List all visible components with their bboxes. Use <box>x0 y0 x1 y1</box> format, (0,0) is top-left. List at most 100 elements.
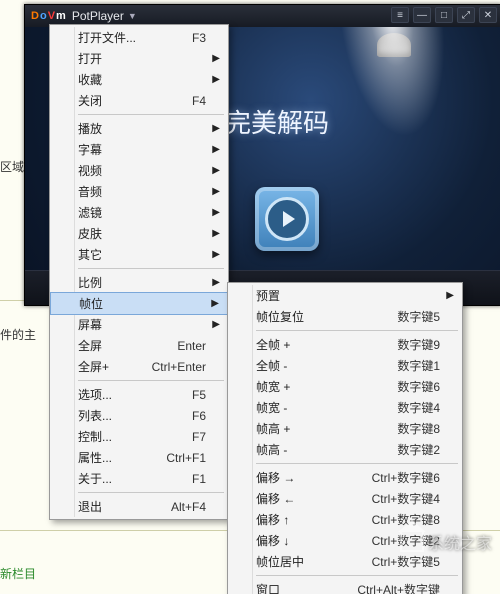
main-menu-item-label: 其它 <box>78 246 206 263</box>
main-menu-separator <box>78 268 224 269</box>
sub-menu-item[interactable]: 帧位复位数字键5 <box>228 306 462 327</box>
sub-menu-item-shortcut: 数字键6 <box>397 378 440 395</box>
submenu-arrow-icon: ▶ <box>212 277 220 288</box>
title-dropdown-icon[interactable]: ▼ <box>128 11 137 21</box>
sub-menu-item-label: 窗口 <box>256 581 357 594</box>
main-menu-item[interactable]: 视频 ▶ <box>50 160 228 181</box>
submenu-arrow-icon: ▶ <box>212 74 220 85</box>
submenu-arrow-icon: ▶ <box>212 144 220 155</box>
main-menu-item-shortcut: F7 <box>192 430 206 444</box>
main-menu-item[interactable]: 帧位▶ <box>50 292 228 315</box>
main-menu-item-label: 收藏 <box>78 71 206 88</box>
main-menu-item-label: 关于... <box>78 470 192 487</box>
main-menu-item-shortcut: Ctrl+F1 <box>166 451 206 465</box>
sub-menu-item-label: 全帧 - <box>256 357 397 374</box>
main-menu-item[interactable]: 打开文件...F3 <box>50 27 228 48</box>
sub-menu-item[interactable]: 帧位居中Ctrl+数字键5 <box>228 551 462 572</box>
sub-menu-item[interactable]: 偏移 ↓Ctrl+数字键2 <box>228 530 462 551</box>
sub-menu-separator <box>256 575 458 576</box>
main-menu-item-label: 关闭 <box>78 92 192 109</box>
main-menu-item[interactable]: 退出Alt+F4 <box>50 496 228 517</box>
sub-menu-item[interactable]: 帧高 -数字键2 <box>228 439 462 460</box>
sub-menu-separator <box>256 330 458 331</box>
submenu-arrow-icon: ▶ <box>212 165 220 176</box>
app-logo: DoVm <box>31 10 66 22</box>
sub-menu-item-label: 偏移 ↓ <box>256 532 372 549</box>
sub-menu-item-shortcut: 数字键8 <box>397 420 440 437</box>
main-menu-item[interactable]: 滤镜▶ <box>50 202 228 223</box>
sub-menu-item-shortcut: Ctrl+Alt+数字键 <box>357 581 440 594</box>
sub-menu-item-label: 帧位复位 <box>256 308 397 325</box>
main-menu-item[interactable]: 控制...F7 <box>50 426 228 447</box>
submenu-arrow-icon: ▶ <box>212 249 220 260</box>
sub-menu-item[interactable]: 帧宽 +数字键6 <box>228 376 462 397</box>
main-menu-item-label: 音频 <box>78 183 206 200</box>
sub-menu-item[interactable]: 帧高 +数字键8 <box>228 418 462 439</box>
sub-menu-item[interactable]: 预置 ▶ <box>228 285 462 306</box>
main-menu-item-label: 退出 <box>78 498 171 515</box>
sub-menu-item[interactable]: 帧宽 -数字键4 <box>228 397 462 418</box>
sub-menu-item-label: 帧位居中 <box>256 553 372 570</box>
sub-menu-separator <box>256 463 458 464</box>
main-menu-item[interactable]: 播放▶ <box>50 118 228 139</box>
main-menu-item-label: 打开 <box>78 50 206 67</box>
bg-text-2: 件的主 <box>0 326 36 343</box>
sub-menu-item-shortcut: Ctrl+数字键2 <box>372 532 440 549</box>
submenu-arrow-icon: ▶ <box>212 186 220 197</box>
main-menu-item[interactable]: 属性...Ctrl+F1 <box>50 447 228 468</box>
sub-menu-item[interactable]: 偏移 ↑Ctrl+数字键8 <box>228 509 462 530</box>
fullscreen-button[interactable]: ⤢ <box>457 7 475 23</box>
main-menu-item[interactable]: 其它 ▶ <box>50 244 228 265</box>
sub-menu-item-shortcut: 数字键4 <box>397 399 440 416</box>
bg-footer[interactable]: 新栏目 <box>0 565 36 582</box>
close-button[interactable]: ✕ <box>479 7 497 23</box>
sub-menu-item-shortcut: Ctrl+数字键8 <box>372 511 440 528</box>
sub-menu-item-label: 预置 <box>256 287 440 304</box>
main-menu-item[interactable]: 关于...F1 <box>50 468 228 489</box>
main-menu-item[interactable]: 音频 ▶ <box>50 181 228 202</box>
main-menu-item[interactable]: 收藏 ▶ <box>50 69 228 90</box>
splash-text: 完美解码 <box>225 103 491 140</box>
sub-menu-item-shortcut: 数字键1 <box>397 357 440 374</box>
main-menu-item-label: 选项... <box>78 386 192 403</box>
sub-menu-item-label: 偏移 → <box>256 469 372 486</box>
sub-menu-item-label: 帧宽 + <box>256 378 397 395</box>
main-menu-item[interactable]: 全屏Enter <box>50 335 228 356</box>
main-menu-item[interactable]: 字幕▶ <box>50 139 228 160</box>
sub-menu-item-shortcut: 数字键2 <box>397 441 440 458</box>
sub-menu-item[interactable]: 全帧 -数字键1 <box>228 355 462 376</box>
main-menu-item[interactable]: 打开▶ <box>50 48 228 69</box>
main-menu-item-shortcut: Enter <box>177 339 206 353</box>
sub-menu-item-label: 偏移 ← <box>256 490 372 507</box>
main-menu-item-label: 播放 <box>78 120 206 137</box>
app-title[interactable]: PotPlayer <box>72 9 124 23</box>
sub-menu-item[interactable]: 全帧 +数字键9 <box>228 334 462 355</box>
main-menu-item[interactable]: 列表...F6 <box>50 405 228 426</box>
sub-menu-item-shortcut: Ctrl+数字键4 <box>372 490 440 507</box>
main-menu-item-label: 屏幕 <box>78 316 206 333</box>
main-menu-item[interactable]: 全屏+Ctrl+Enter <box>50 356 228 377</box>
main-menu-separator <box>78 114 224 115</box>
main-menu-item-shortcut: F1 <box>192 472 206 486</box>
play-logo-icon <box>255 187 319 251</box>
sub-menu-item-shortcut: Ctrl+数字键5 <box>372 553 440 570</box>
main-menu-item-shortcut: F5 <box>192 388 206 402</box>
submenu-arrow-icon: ▶ <box>446 290 454 301</box>
context-menu-frame: 预置▶帧位复位数字键5全帧 +数字键9全帧 -数字键1帧宽 +数字键6帧宽 -数… <box>227 282 463 594</box>
main-menu-item[interactable]: 选项...F5 <box>50 384 228 405</box>
window-extra-button[interactable]: ≡ <box>391 7 409 23</box>
main-menu-item[interactable]: 屏幕▶ <box>50 314 228 335</box>
main-menu-item-label: 打开文件... <box>78 29 192 46</box>
main-menu-item-label: 比例 <box>78 274 206 291</box>
main-menu-item[interactable]: 比例 ▶ <box>50 272 228 293</box>
sub-menu-item[interactable]: 偏移 →Ctrl+数字键6 <box>228 467 462 488</box>
main-menu-item[interactable]: 皮肤▶ <box>50 223 228 244</box>
main-menu-item[interactable]: 关闭F4 <box>50 90 228 111</box>
minimize-button[interactable]: — <box>413 7 431 23</box>
sub-menu-item[interactable]: 窗口Ctrl+Alt+数字键 <box>228 579 462 594</box>
main-menu-separator <box>78 492 224 493</box>
maximize-button[interactable]: □ <box>435 7 453 23</box>
sub-menu-item[interactable]: 偏移 ←Ctrl+数字键4 <box>228 488 462 509</box>
main-menu-item-label: 视频 <box>78 162 206 179</box>
submenu-arrow-icon: ▶ <box>212 207 220 218</box>
